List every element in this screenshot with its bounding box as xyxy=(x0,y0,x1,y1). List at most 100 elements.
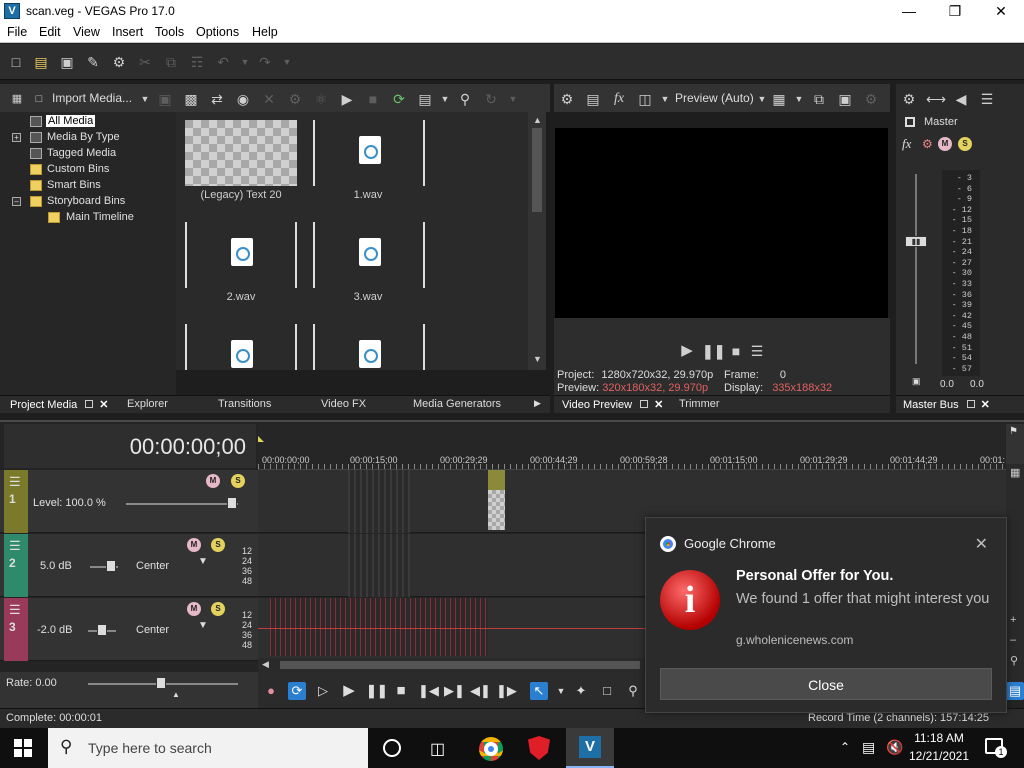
zoom-tool-icon[interactable]: ⚲ xyxy=(624,682,642,700)
tab-trimmer[interactable]: Trimmer xyxy=(679,398,720,410)
zoom-in-vertical-icon[interactable]: ▦ xyxy=(1010,466,1020,479)
tab-project-media[interactable]: Project Media ✕ xyxy=(10,398,108,411)
menu-insert[interactable]: Insert xyxy=(112,25,143,39)
media-thumb-wav[interactable] xyxy=(313,324,425,370)
mute-speaker-icon[interactable]: ◀ xyxy=(952,90,970,108)
refresh-dropdown-icon[interactable]: ▼ xyxy=(504,90,522,108)
play-from-start-icon[interactable]: ▷ xyxy=(314,682,332,700)
tab-video-preview[interactable]: Video Preview ✕ xyxy=(562,398,663,411)
undo-dropdown-icon[interactable]: ▼ xyxy=(236,53,254,71)
media-thumb-wav[interactable] xyxy=(185,324,297,370)
replace-icon[interactable]: ⇄ xyxy=(208,90,226,108)
scroll-up-icon[interactable]: ▲ xyxy=(533,115,542,125)
menu-help[interactable]: Help xyxy=(252,25,278,39)
minimize-button[interactable]: — xyxy=(886,0,932,22)
play-icon[interactable]: ▶ xyxy=(340,682,358,700)
capture-icon[interactable]: ▣ xyxy=(156,90,174,108)
tray-chevron-icon[interactable]: ⌃ xyxy=(840,740,850,754)
track-solo-icon[interactable]: S xyxy=(211,538,225,552)
hscroll-thumb[interactable] xyxy=(280,661,640,669)
track-menu-icon[interactable]: ☰ xyxy=(9,538,21,554)
lock-icon[interactable]: ▣ xyxy=(912,376,921,387)
clock-date[interactable]: 12/21/2021 xyxy=(908,749,970,763)
preview-quality-select[interactable]: Preview (Auto) xyxy=(675,91,754,105)
preview-play-icon[interactable]: ▶ xyxy=(678,342,696,360)
volume-muted-icon[interactable]: 🔇 xyxy=(886,739,903,756)
scroll-left-icon[interactable]: ◀ xyxy=(262,659,269,670)
views-dropdown-icon[interactable]: ▼ xyxy=(436,90,454,108)
device-output-icon[interactable]: ▤ xyxy=(584,90,602,108)
track-mute-icon[interactable]: M xyxy=(187,602,201,616)
media-thumb-legacy-text[interactable] xyxy=(185,120,297,186)
automation-gear-icon[interactable]: ⚙ xyxy=(922,137,933,151)
volume-slider-knob[interactable] xyxy=(97,624,107,636)
start-preview-icon[interactable]: ▶ xyxy=(338,90,356,108)
track-solo-icon[interactable]: S xyxy=(211,602,225,616)
import-media-button[interactable]: Import Media... xyxy=(52,91,132,105)
mute-badge-icon[interactable]: M xyxy=(938,137,952,151)
rate-reset-icon[interactable]: ▲ xyxy=(172,690,180,699)
network-icon[interactable]: ▤ xyxy=(862,739,875,756)
go-to-start-icon[interactable]: ❚◀ xyxy=(418,682,439,700)
split-dropdown-icon[interactable]: ▼ xyxy=(656,90,674,108)
media-thumb-2-wav[interactable] xyxy=(185,222,297,288)
save-icon[interactable]: ▣ xyxy=(58,53,76,71)
track-header-audio-3[interactable]: ☰ 3 M S -2.0 dB Center ▼ 12 24 36 48 xyxy=(0,598,258,661)
stop-preview-icon[interactable]: ■ xyxy=(364,90,382,108)
preview-pause-icon[interactable]: ❚❚ xyxy=(702,342,725,360)
clock-time[interactable]: 11:18 AM xyxy=(912,731,966,745)
render-as-icon[interactable]: ✎ xyxy=(84,53,102,71)
task-view-icon[interactable]: ◫ xyxy=(430,739,445,759)
redo-icon[interactable]: ↷ xyxy=(256,53,274,71)
media-scrollbar[interactable]: ▲ ▼ xyxy=(528,112,546,370)
audio-event-clip[interactable] xyxy=(270,598,488,656)
zoom-vertical-plus-icon[interactable]: + xyxy=(1010,614,1016,626)
menu-tools[interactable]: Tools xyxy=(155,25,184,39)
pan-knob-icon[interactable]: ▼ xyxy=(198,620,208,631)
remove-unused-icon[interactable]: ◉ xyxy=(234,90,252,108)
time-ruler[interactable]: 00:00:00;00 00:00:15;00 00:00:29;29 00:0… xyxy=(258,446,1008,470)
envelope-tool-icon[interactable]: ✦ xyxy=(572,682,590,700)
stop-icon[interactable]: ■ xyxy=(392,682,410,700)
master-fader-knob[interactable]: ▮▮ xyxy=(905,236,927,247)
paste-icon[interactable]: ☶ xyxy=(188,53,206,71)
level-slider-track[interactable] xyxy=(126,503,238,505)
save-snapshot-icon[interactable]: ▣ xyxy=(836,90,854,108)
master-settings-gear-icon[interactable]: ⚙ xyxy=(900,90,918,108)
menu-view[interactable]: View xyxy=(73,25,100,39)
track-solo-icon[interactable]: S xyxy=(231,474,245,488)
go-to-end-icon[interactable]: ▶❚ xyxy=(444,682,465,700)
menu-file[interactable]: File xyxy=(7,25,27,39)
tab-master-bus[interactable]: Master Bus ✕ xyxy=(903,398,990,411)
track-menu-icon[interactable]: ☰ xyxy=(9,474,21,490)
external-monitor-icon[interactable]: ⚙ xyxy=(862,90,880,108)
loop-marker-icon[interactable] xyxy=(258,436,264,442)
collapse-minus-icon[interactable]: – xyxy=(12,197,21,206)
preview-menu-icon[interactable]: ☰ xyxy=(748,342,766,360)
redo-dropdown-icon[interactable]: ▼ xyxy=(278,53,296,71)
level-slider-knob[interactable] xyxy=(227,497,237,509)
selection-tool-icon[interactable]: □ xyxy=(598,682,616,700)
next-frame-icon[interactable]: ❚▶ xyxy=(496,682,517,700)
track-header-video-1[interactable]: ☰ 1 M S Level: 100.0 % xyxy=(0,470,258,533)
pan-knob-icon[interactable]: ▼ xyxy=(198,556,208,567)
track-mute-icon[interactable]: M xyxy=(206,474,220,488)
cut-icon[interactable]: ✂ xyxy=(136,53,154,71)
previous-frame-icon[interactable]: ◀❚ xyxy=(470,682,491,700)
master-checkbox[interactable] xyxy=(905,117,915,127)
marker-icon[interactable]: ⚑ xyxy=(1006,424,1024,464)
menu-options[interactable]: Options xyxy=(196,25,239,39)
views-icon[interactable]: ▦ xyxy=(8,90,26,108)
import-dropdown-icon[interactable]: ▼ xyxy=(136,90,154,108)
copy-icon[interactable]: ⧉ xyxy=(162,53,180,71)
views-toggle-icon[interactable]: ▤ xyxy=(416,90,434,108)
vegas-taskbar-button[interactable]: V xyxy=(566,728,614,768)
preview-stop-icon[interactable]: ■ xyxy=(727,342,745,360)
menu-edit[interactable]: Edit xyxy=(39,25,61,39)
track-menu-icon[interactable]: ☰ xyxy=(9,602,21,618)
action-center-icon[interactable]: 1 xyxy=(985,738,1007,758)
tab-transitions[interactable]: Transitions xyxy=(218,398,271,410)
zoom-search-icon[interactable]: ⚲ xyxy=(1010,654,1018,667)
tab-media-generators[interactable]: Media Generators xyxy=(413,398,501,410)
properties-icon[interactable]: ⚛ xyxy=(312,90,330,108)
